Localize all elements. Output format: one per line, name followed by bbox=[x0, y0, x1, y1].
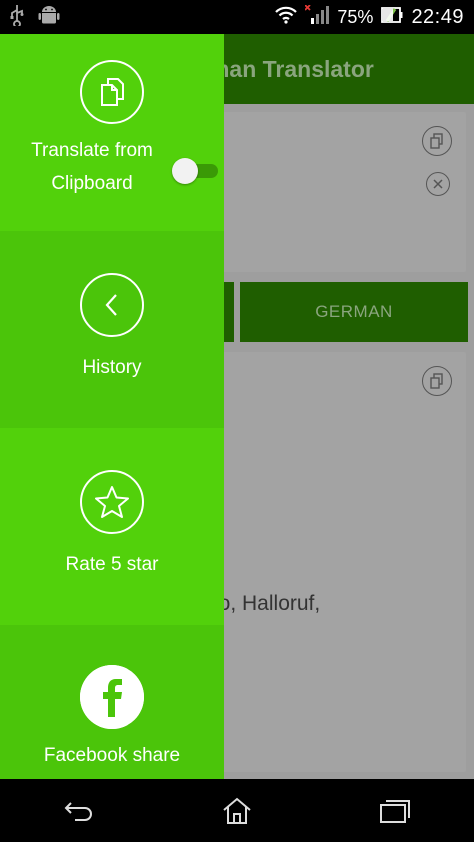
drawer-label-rate: Rate 5 star bbox=[65, 554, 159, 575]
wifi-icon bbox=[275, 6, 298, 29]
clock: 22:49 bbox=[411, 5, 464, 28]
system-nav-bar bbox=[0, 779, 474, 842]
target-language-button: GERMAN bbox=[240, 282, 468, 342]
clipboard-toggle[interactable] bbox=[172, 158, 220, 184]
clear-icon bbox=[426, 172, 450, 196]
battery-percent: 75% bbox=[337, 6, 374, 27]
back-button[interactable] bbox=[49, 791, 109, 831]
app-title: rman Translator bbox=[200, 55, 374, 82]
drawer-item-facebook[interactable]: Facebook share bbox=[0, 625, 224, 779]
chevron-left-icon bbox=[80, 273, 144, 337]
drawer-label-history: History bbox=[82, 357, 142, 378]
copy-icon bbox=[422, 126, 452, 156]
status-bar: 75% 22:49 bbox=[0, 0, 474, 34]
battery-icon bbox=[381, 6, 403, 29]
drawer-item-history[interactable]: History bbox=[0, 231, 224, 428]
drawer-label-facebook: Facebook share bbox=[43, 745, 181, 766]
facebook-icon bbox=[80, 665, 144, 729]
home-button[interactable] bbox=[207, 791, 267, 831]
usb-icon bbox=[10, 4, 24, 31]
copy-result-icon bbox=[422, 366, 452, 396]
toggle-knob bbox=[172, 158, 198, 184]
android-icon bbox=[38, 4, 60, 31]
drawer-item-rate[interactable]: Rate 5 star bbox=[0, 428, 224, 625]
star-icon bbox=[80, 470, 144, 534]
signal-icon bbox=[304, 3, 330, 30]
drawer-item-translate-clipboard[interactable]: Translate from Clipboard bbox=[0, 34, 224, 231]
clipboard-icon bbox=[80, 60, 144, 124]
navigation-drawer: Translate from Clipboard History Rate 5 … bbox=[0, 34, 224, 779]
recents-button[interactable] bbox=[365, 791, 425, 831]
drawer-label-translate-clipboard: Translate from Clipboard bbox=[31, 140, 153, 195]
